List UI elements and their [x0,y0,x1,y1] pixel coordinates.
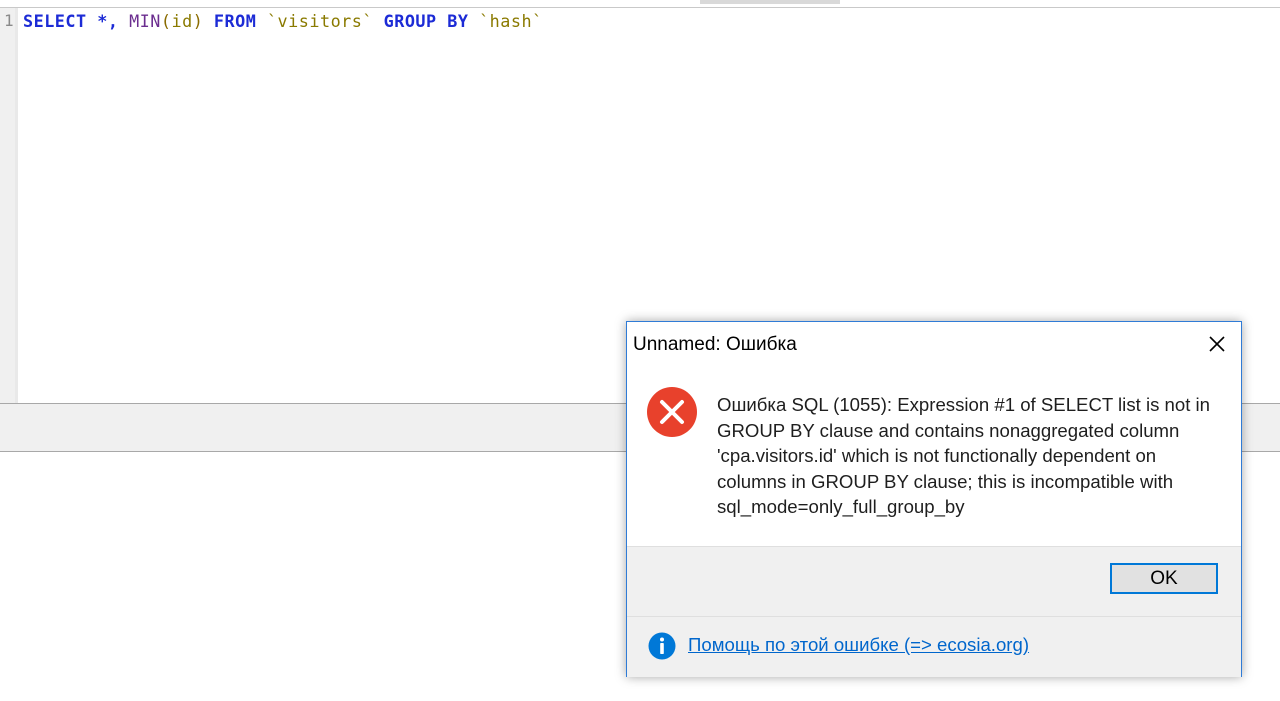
identifier-table: `visitors` [266,11,373,31]
help-link[interactable]: Помощь по этой ошибке (=> ecosia.org) [688,634,1029,656]
dialog-content: Ошибка SQL (1055): Expression #1 of SELE… [627,366,1241,546]
dialog-titlebar[interactable]: Unnamed: Ошибка [627,322,1241,366]
dialog-footer: Помощь по этой ошибке (=> ecosia.org) [627,616,1241,677]
dialog-title: Unnamed: Ошибка [633,334,797,355]
close-icon [1209,336,1225,352]
ok-button[interactable]: OK [1110,563,1218,594]
function-min: MIN [129,11,161,31]
app-window: 1 SELECT *, MIN(id) FROM `visitors` GROU… [0,0,1280,701]
token-star: *, [97,11,119,31]
close-button[interactable] [1197,326,1237,362]
dialog-button-bar: OK [627,546,1241,617]
code-line[interactable]: SELECT *, MIN(id) FROM `visitors` GROUP … [23,11,543,31]
identifier-column: `hash` [479,11,543,31]
keyword-by: BY [447,11,469,31]
info-icon [648,632,676,660]
token-close-paren: ) [192,11,204,31]
tab-strip [0,0,1280,8]
keyword-select: SELECT [23,11,87,31]
identifier-id: id [171,11,193,31]
error-icon [647,387,697,437]
keyword-group: GROUP [383,11,437,31]
keyword-from: FROM [213,11,257,31]
token-open-paren: ( [160,11,172,31]
line-number: 1 [4,11,14,30]
error-message: Ошибка SQL (1055): Expression #1 of SELE… [717,394,1211,517]
error-dialog: Unnamed: Ошибка Ошибка SQL (1055): Expre… [626,321,1242,677]
tab-separator [700,0,840,4]
line-gutter: 1 [0,8,18,403]
